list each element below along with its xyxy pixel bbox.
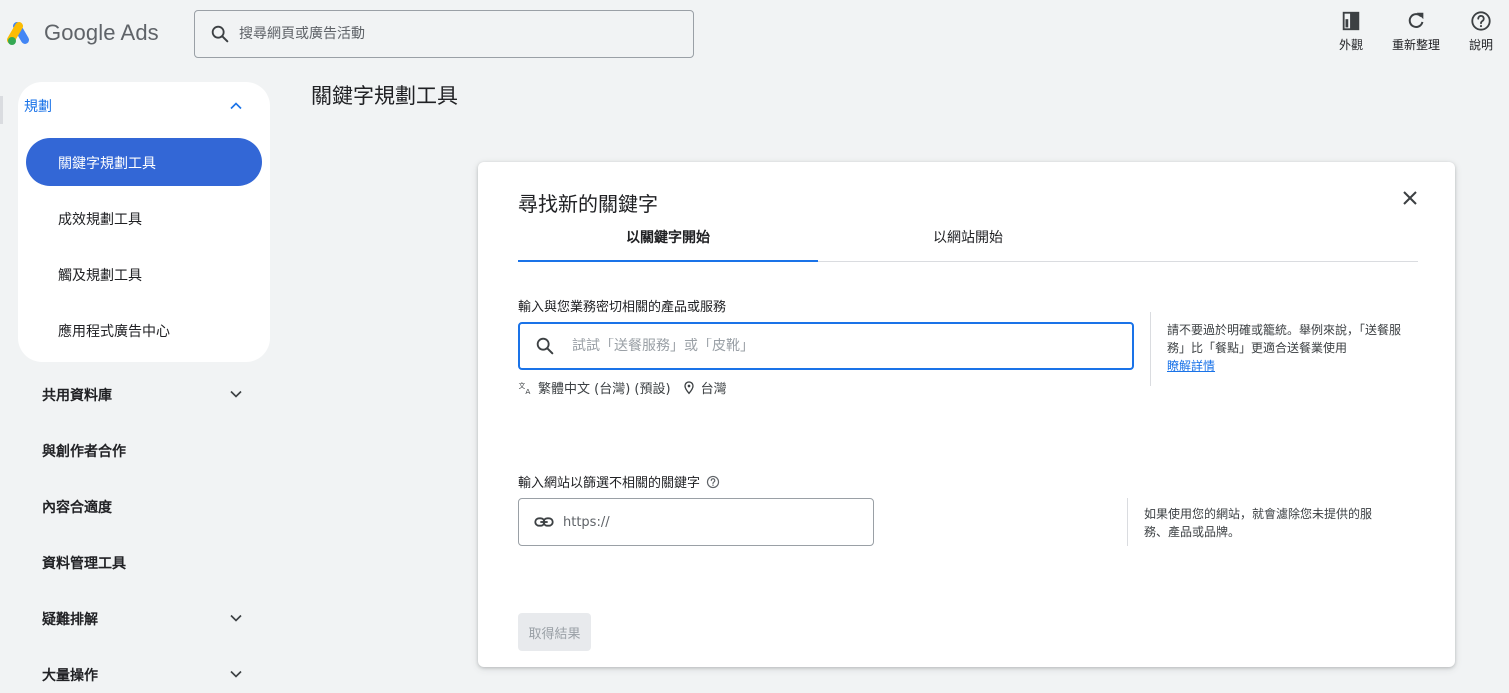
- find-keywords-dialog: 尋找新的關鍵字 以關鍵字開始 以網站開始 輸入與您業務密切相關的產品或服務 文 …: [478, 162, 1455, 667]
- get-results-button[interactable]: 取得結果: [518, 613, 591, 651]
- sidebar-section-troubleshooting[interactable]: 疑難排解: [42, 609, 98, 629]
- chevron-down-icon[interactable]: [226, 384, 246, 404]
- sidebar-planning-group: [18, 82, 270, 362]
- website-field-label-text: 輸入網站以篩選不相關的關鍵字: [518, 476, 701, 491]
- sidebar-section-shared-library[interactable]: 共用資料庫: [42, 385, 112, 405]
- help-icon: [1471, 11, 1491, 31]
- help-circle-icon[interactable]: [706, 475, 720, 489]
- keyword-hint: 請不要過於明確或籠統。舉例來說，「送餐服務」比「餐點」更適合送餐業使用 瞭解詳情: [1167, 321, 1407, 375]
- keyword-input-box[interactable]: [518, 322, 1134, 370]
- search-icon: [211, 25, 229, 43]
- sidebar-item-app-ads-hub[interactable]: 應用程式廣告中心: [58, 321, 170, 341]
- logo-text: Google Ads: [44, 20, 159, 45]
- global-search[interactable]: [194, 10, 694, 58]
- refresh-button[interactable]: 重新整理: [1392, 10, 1440, 53]
- link-icon: [534, 517, 554, 527]
- chevron-up-icon[interactable]: [226, 96, 246, 116]
- sidebar-section-content-suitability[interactable]: 內容合適度: [42, 497, 112, 517]
- website-input[interactable]: [563, 514, 853, 530]
- close-icon[interactable]: [1398, 186, 1422, 210]
- dialog-title: 尋找新的關鍵字: [518, 192, 658, 216]
- sidebar-item-performance-planner[interactable]: 成效規劃工具: [58, 209, 142, 229]
- website-field-label: 輸入網站以篩選不相關的關鍵字: [518, 472, 720, 491]
- translate-icon: 文 A: [519, 381, 531, 396]
- keyword-field-label: 輸入與您業務密切相關的產品或服務: [518, 300, 727, 315]
- help-button[interactable]: 說明: [1469, 10, 1493, 53]
- svg-text:文: 文: [519, 381, 526, 390]
- tab-start-with-website[interactable]: 以網站開始: [818, 224, 1118, 262]
- help-label: 說明: [1469, 38, 1494, 52]
- sidebar-item-label: 關鍵字規劃工具: [58, 156, 156, 172]
- search-icon: [536, 337, 554, 355]
- top-bar: Google Ads 外觀 重新整理 說明: [0, 0, 1509, 68]
- sidebar-item-reach-planner[interactable]: 觸及規劃工具: [58, 265, 142, 285]
- learn-more-link[interactable]: 瞭解詳情: [1167, 359, 1215, 373]
- refresh-label: 重新整理: [1392, 38, 1441, 52]
- page-title: 關鍵字規劃工具: [311, 84, 458, 108]
- left-edge-indicator: [0, 96, 3, 124]
- sidebar-section-bulk-actions[interactable]: 大量操作: [42, 665, 98, 685]
- dialog-tabs: 以關鍵字開始 以網站開始: [518, 224, 1418, 262]
- refresh-icon: [1408, 12, 1424, 28]
- website-input-box[interactable]: [518, 498, 874, 546]
- location-pin-icon: [683, 380, 694, 394]
- sidebar-section-data-manager[interactable]: 資料管理工具: [42, 553, 126, 573]
- tab-start-with-keywords[interactable]: 以關鍵字開始: [518, 224, 818, 262]
- appearance-label: 外觀: [1339, 38, 1364, 52]
- chevron-down-icon[interactable]: [226, 664, 246, 684]
- google-ads-logo-icon: [7, 22, 29, 45]
- keyword-input[interactable]: [572, 338, 1112, 354]
- language-setting[interactable]: 繁體中文 (台灣) (預設): [538, 378, 671, 397]
- svg-text:A: A: [525, 387, 530, 396]
- hint-divider: [1150, 312, 1151, 386]
- keyword-hint-text: 請不要過於明確或籠統。舉例來說，「送餐服務」比「餐點」更適合送餐業使用: [1167, 323, 1402, 355]
- global-search-input[interactable]: [239, 26, 659, 42]
- chevron-down-icon[interactable]: [226, 608, 246, 628]
- appearance-icon: [1342, 11, 1360, 31]
- google-ads-logo[interactable]: Google Ads: [6, 19, 159, 47]
- location-setting[interactable]: 台灣: [701, 378, 727, 397]
- hint-divider: [1127, 498, 1128, 546]
- appearance-button[interactable]: 外觀: [1339, 10, 1363, 53]
- website-hint: 如果使用您的網站，就會濾除您未提供的服務、產品或品牌。: [1144, 507, 1373, 539]
- targeting-settings: 文 A 繁體中文 (台灣) (預設) 台灣: [518, 378, 727, 398]
- sidebar-section-creator-partnerships[interactable]: 與創作者合作: [42, 441, 126, 461]
- sidebar-section-planning[interactable]: 規劃: [24, 96, 52, 116]
